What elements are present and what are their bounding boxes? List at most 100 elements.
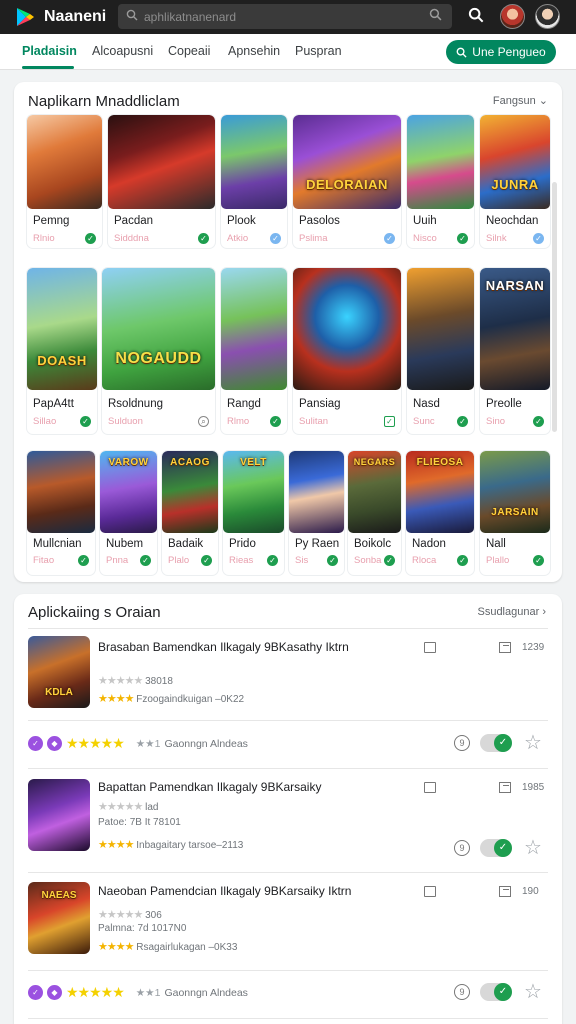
- rating-stars: ★★★★★: [66, 735, 125, 751]
- app-card[interactable]: NEGARS Boikolc Sonba ✓: [348, 451, 401, 575]
- meta-value: Inbagaitary tarsoe–2113: [136, 840, 244, 851]
- app-card[interactable]: VELT Prido Rieas ✓: [223, 451, 284, 575]
- info-icon[interactable]: 9: [454, 735, 470, 751]
- cta-button[interactable]: Une Pengueo: [446, 40, 556, 64]
- count: 190: [522, 886, 539, 897]
- install-icon[interactable]: [499, 886, 511, 897]
- divider: [28, 768, 548, 769]
- app-subtitle: Nisco: [413, 233, 437, 244]
- search-icon[interactable]: [468, 7, 484, 28]
- app-subtitle: Rieas: [229, 555, 254, 566]
- app-meta: ★★★★ Rsagairlukagan –0K33: [98, 940, 237, 953]
- app-subtitle: Sino: [486, 416, 506, 427]
- app-card[interactable]: Py Raen Sis ✓: [289, 451, 344, 575]
- app-thumbnail[interactable]: KDLA: [28, 636, 90, 708]
- meta-value: 306: [145, 910, 162, 921]
- divider: [28, 872, 548, 873]
- search-input[interactable]: aphlikatnanenard: [118, 4, 452, 29]
- check-icon: ✓: [28, 985, 43, 1000]
- toggle[interactable]: ✓: [480, 839, 512, 857]
- app-card[interactable]: JUNRA Neochdan Silnk ✓: [480, 115, 550, 248]
- app-card[interactable]: Pacdan Sidddna ✓: [108, 115, 215, 248]
- sort-dropdown[interactable]: Fangsun ⌄: [493, 94, 548, 107]
- tab-item[interactable]: Pladaisin: [22, 44, 77, 58]
- app-thumbnail[interactable]: NAEAS: [28, 882, 90, 954]
- scrollbar[interactable]: [552, 182, 557, 432]
- info-icon[interactable]: 9: [454, 840, 470, 856]
- app-title[interactable]: Bapattan Pamendkan Ilkagaly 9BKarsaiky: [98, 780, 398, 795]
- app-name: Pemng: [33, 215, 70, 227]
- app-card[interactable]: Rangd Rlmo ✓: [221, 268, 287, 434]
- search-submit-icon[interactable]: [429, 8, 442, 26]
- app-card[interactable]: Mullcnian Fitao ✓: [27, 451, 95, 575]
- count: 1985: [522, 782, 545, 793]
- star-icon[interactable]: ☆: [524, 979, 542, 1004]
- check-icon: ✓: [494, 734, 512, 752]
- search-placeholder: aphlikatnanenard: [144, 9, 237, 24]
- rating-stars: ★★★★: [98, 693, 134, 705]
- app-thumbnail: DELORAIAN: [293, 115, 401, 209]
- app-subtitle: Sulduon: [108, 416, 143, 427]
- app-name: Nubem: [106, 538, 144, 550]
- toggle[interactable]: ✓: [480, 983, 512, 1001]
- bookmark-icon[interactable]: [424, 782, 436, 793]
- app-card[interactable]: Uuih Nisco ✓: [407, 115, 474, 248]
- app-name: Neochdan: [486, 215, 539, 227]
- app-title[interactable]: Naeoban Pamendcian Ilkagaly 9BKarsaiky I…: [98, 884, 398, 899]
- toggle[interactable]: ✓: [480, 734, 512, 752]
- avatar[interactable]: [535, 4, 560, 29]
- check-icon: ✓: [28, 736, 43, 751]
- star-icon[interactable]: ☆: [524, 835, 542, 860]
- install-icon[interactable]: [499, 642, 511, 653]
- app-name: Badaik: [168, 538, 204, 550]
- meta-value: Fzoogaindkuigan –0K22: [136, 694, 245, 705]
- app-subtitle: Pslima: [299, 233, 328, 244]
- meta-value: lad: [145, 802, 159, 813]
- app-card[interactable]: FLIEOSA Nadon Rloca ✓: [406, 451, 474, 575]
- rating-stars: ★★1: [135, 986, 161, 999]
- app-logo-icon[interactable]: [14, 6, 36, 28]
- info-icon[interactable]: 9: [454, 984, 470, 1000]
- app-title[interactable]: Brasaban Bamendkan Ilkagaly 9BKasathy Ik…: [98, 640, 398, 655]
- tab-item[interactable]: Alcoapusni: [92, 44, 153, 58]
- bookmark-icon[interactable]: [424, 886, 436, 897]
- app-card[interactable]: Pansiag Sulitan ✓: [293, 268, 401, 434]
- app-name: Nasd: [413, 398, 440, 410]
- divider: [28, 628, 548, 629]
- active-tab-indicator: [22, 66, 74, 69]
- divider: [28, 1018, 548, 1019]
- check-icon: ✓: [533, 416, 544, 427]
- app-meta: ★★★★★ lad: [98, 800, 158, 813]
- app-card[interactable]: Nasd Sunc ✓: [407, 268, 474, 434]
- check-icon: ✓: [198, 233, 209, 244]
- tab-item[interactable]: Puspran: [295, 44, 342, 58]
- app-thumbnail[interactable]: [28, 779, 90, 851]
- app-card[interactable]: Plook Atkio ✓: [221, 115, 287, 248]
- app-subtitle: Sonba: [354, 555, 382, 566]
- app-card[interactable]: VAROW Nubem Pnna ✓: [100, 451, 157, 575]
- app-name: Nadon: [412, 538, 446, 550]
- app-subtitle: Sidddna: [114, 233, 149, 244]
- check-icon: ✓: [533, 233, 544, 244]
- check-icon: ✓: [85, 233, 96, 244]
- app-card[interactable]: DOASH PapA4tt Sillao ✓: [27, 268, 97, 434]
- app-card[interactable]: DELORAIAN Pasolos Pslima ✓: [293, 115, 401, 248]
- badge-icon: ◆: [47, 736, 62, 751]
- app-thumbnail: [108, 115, 215, 209]
- app-name: Mullcnian: [33, 538, 82, 550]
- app-card[interactable]: Pemng Rlnio ✓: [27, 115, 102, 248]
- tab-item[interactable]: Apnsehin: [228, 44, 280, 58]
- app-card[interactable]: JARSAIN Nall Plallo ✓: [480, 451, 550, 575]
- install-icon[interactable]: [499, 782, 511, 793]
- see-more-link[interactable]: Ssudlagunar ›: [477, 606, 546, 618]
- app-card[interactable]: ACAOG Badaik Plalo ✓: [162, 451, 218, 575]
- star-icon[interactable]: ☆: [524, 730, 542, 755]
- avatar[interactable]: [500, 4, 525, 29]
- app-thumbnail: DOASH: [27, 268, 97, 390]
- app-card[interactable]: NOGAUDD Rsoldnung Sulduon ⌕: [102, 268, 215, 434]
- app-meta: Patoe: 7B It 78101: [98, 817, 181, 828]
- bookmark-icon[interactable]: [424, 642, 436, 653]
- app-card[interactable]: NARSAN Preolle Sino ✓: [480, 268, 550, 434]
- tab-item[interactable]: Copeaii: [168, 44, 210, 58]
- check-icon: ✓: [457, 555, 468, 566]
